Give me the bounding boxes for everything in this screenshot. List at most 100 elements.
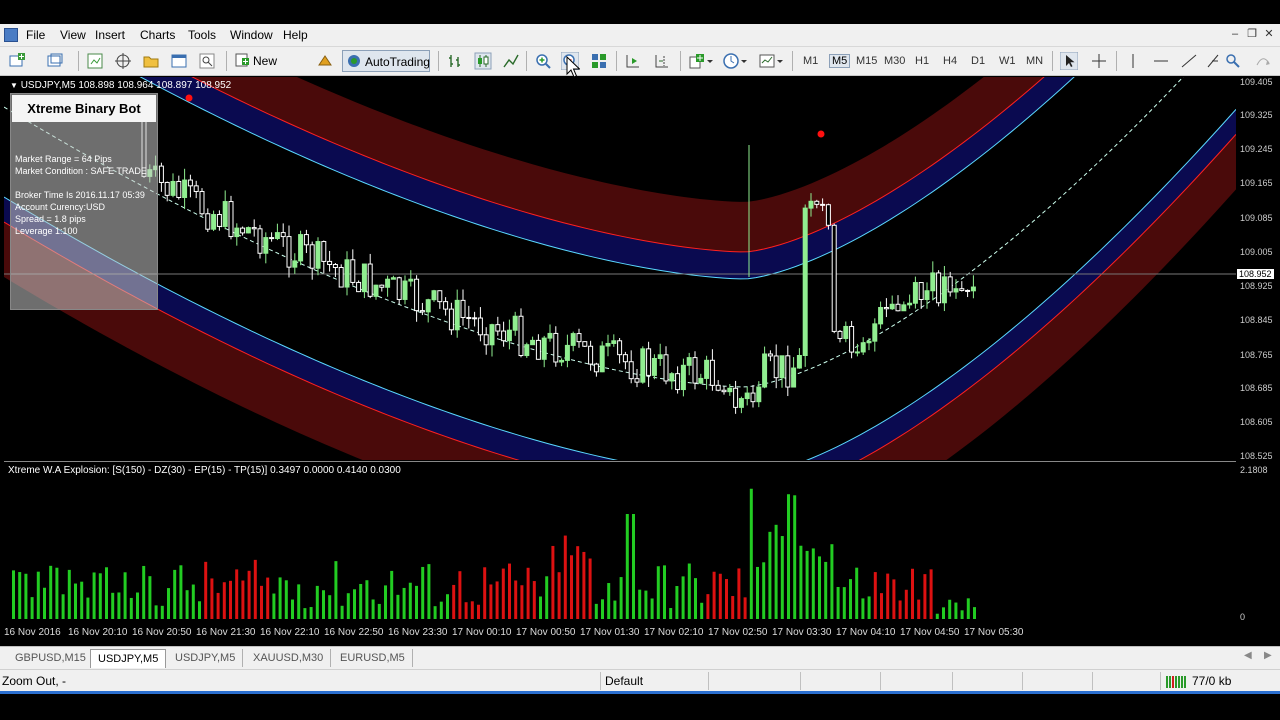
tab-usdjpy-m5-active[interactable]: USDJPY,M5	[90, 649, 167, 668]
timeframe-w1[interactable]: W1	[999, 55, 1016, 67]
histogram-bar	[247, 570, 251, 619]
menu-window[interactable]: Window	[230, 28, 273, 42]
histogram-bar	[390, 570, 394, 619]
timeframe-h1[interactable]: H1	[915, 55, 929, 67]
menu-view[interactable]: View	[60, 28, 86, 42]
collapse-arrow-icon[interactable]: ▼	[10, 81, 18, 90]
tile-windows-icon[interactable]	[590, 52, 608, 70]
histogram-bar	[725, 579, 728, 619]
new-order-button[interactable]: New Order	[232, 50, 308, 90]
text-label-icon[interactable]	[1224, 52, 1242, 70]
menu-charts[interactable]: Charts	[140, 28, 175, 42]
connection-bars-icon[interactable]	[1166, 674, 1188, 688]
tab-scroll-right-icon[interactable]: ▶	[1264, 650, 1272, 661]
histogram-bar	[67, 569, 71, 619]
crosshair-icon[interactable]	[1090, 52, 1108, 70]
lower-inner-band	[4, 109, 1236, 460]
histogram-bar	[880, 593, 883, 619]
tab-gbpusd-m15[interactable]: GBPUSD,M15	[8, 649, 94, 667]
candle-body	[193, 185, 199, 193]
time-label: 16 Nov 23:30	[388, 627, 448, 638]
timeframe-mn[interactable]: MN	[1026, 55, 1043, 67]
auto-scroll-icon[interactable]	[624, 52, 642, 70]
candle-body	[912, 282, 918, 304]
autotrading-icon	[348, 55, 360, 67]
templates-icon[interactable]	[758, 52, 776, 70]
candle-body	[779, 355, 785, 379]
histogram-bar	[260, 585, 263, 619]
open-folder-icon[interactable]	[142, 52, 160, 70]
candle-body	[640, 348, 646, 383]
periods-icon[interactable]	[722, 52, 740, 70]
histogram-bar	[483, 567, 487, 619]
vertical-line-icon[interactable]	[1124, 52, 1142, 70]
histogram-bar	[142, 565, 146, 619]
candle-body	[158, 165, 164, 183]
autotrading-button[interactable]: AutoTrading	[342, 50, 430, 72]
timeframe-m5[interactable]: M5	[828, 54, 851, 68]
histogram-bar	[625, 514, 629, 619]
status-profile[interactable]: Default	[605, 674, 643, 688]
menu-file[interactable]: File	[26, 28, 45, 42]
time-axis[interactable]: 16 Nov 2016 16 Nov 20:10 16 Nov 20:50 16…	[4, 624, 1236, 642]
info-panel-title: Xtreme Binary Bot	[12, 95, 156, 122]
tab-scroll-left-icon[interactable]: ◀	[1244, 650, 1252, 661]
candle-body	[814, 200, 820, 205]
line-chart-icon[interactable]	[502, 52, 520, 70]
close-icon[interactable]: ✕	[1262, 27, 1276, 41]
candle-body	[431, 290, 437, 301]
chevron-down-icon[interactable]	[776, 52, 784, 70]
candle-body	[930, 272, 936, 292]
chevron-down-icon[interactable]	[706, 52, 714, 70]
new-chart-icon[interactable]	[8, 52, 26, 70]
timeframe-m1[interactable]: M1	[803, 55, 818, 67]
histogram-bar	[669, 608, 673, 619]
horizontal-line-icon[interactable]	[1152, 52, 1170, 70]
cursor-icon[interactable]	[1060, 52, 1078, 70]
signal-dot	[817, 130, 825, 138]
candle-body	[646, 348, 652, 376]
arrows-icon[interactable]	[1254, 52, 1272, 70]
trendline-icon[interactable]	[1180, 52, 1198, 70]
upper-outer-band	[192, 77, 1044, 252]
restore-icon[interactable]: ❐	[1245, 27, 1259, 41]
price-axis[interactable]: 109.405 109.325 109.245 109.165 109.085 …	[1236, 77, 1280, 623]
menu-insert[interactable]: Insert	[95, 28, 125, 42]
candlestick-icon[interactable]	[474, 52, 492, 70]
histogram-bar	[452, 584, 456, 619]
minimize-icon[interactable]: –	[1228, 27, 1242, 41]
subwindow-divider[interactable]	[4, 461, 1236, 462]
candle-body	[425, 299, 431, 313]
candle-body	[965, 289, 971, 292]
timeframe-h4[interactable]: H4	[943, 55, 957, 67]
navigator-icon[interactable]	[114, 52, 132, 70]
histogram-bar	[520, 585, 524, 619]
fibonacci-icon[interactable]	[1204, 52, 1222, 70]
expert-advisor-icon[interactable]	[316, 52, 334, 70]
timeframe-m15[interactable]: M15	[856, 55, 877, 67]
timeframe-d1[interactable]: D1	[971, 55, 985, 67]
market-watch-icon[interactable]	[86, 52, 104, 70]
terminal-icon[interactable]	[170, 52, 188, 70]
zoom-in-icon[interactable]	[534, 52, 552, 70]
tab-xauusd-m30[interactable]: XAUUSD,M30	[246, 649, 332, 667]
time-label: 17 Nov 05:30	[964, 627, 1024, 638]
price-chart[interactable]: ▼ USDJPY,M5 108.898 108.964 108.897 108.…	[4, 77, 1236, 623]
histogram-bar	[167, 588, 170, 619]
profiles-icon[interactable]	[46, 52, 64, 70]
menu-tools[interactable]: Tools	[188, 28, 216, 42]
tab-eurusd-m5[interactable]: EURUSD,M5	[333, 649, 413, 667]
indicators-icon[interactable]	[688, 52, 706, 70]
candle-body	[483, 334, 489, 346]
tab-usdjpy-m5[interactable]: USDJPY,M5	[168, 649, 244, 667]
timeframe-m30[interactable]: M30	[884, 55, 905, 67]
histogram-bar	[179, 565, 183, 619]
candle-body	[361, 263, 367, 293]
chart-shift-icon[interactable]	[653, 52, 671, 70]
chevron-down-icon[interactable]	[740, 52, 748, 70]
menu-help[interactable]: Help	[283, 28, 308, 42]
strategy-tester-icon[interactable]	[198, 52, 216, 70]
bar-chart-icon[interactable]	[446, 52, 464, 70]
menu-bar: File View Insert Charts Tools Window Hel…	[0, 24, 1280, 47]
candle-body	[350, 259, 356, 283]
